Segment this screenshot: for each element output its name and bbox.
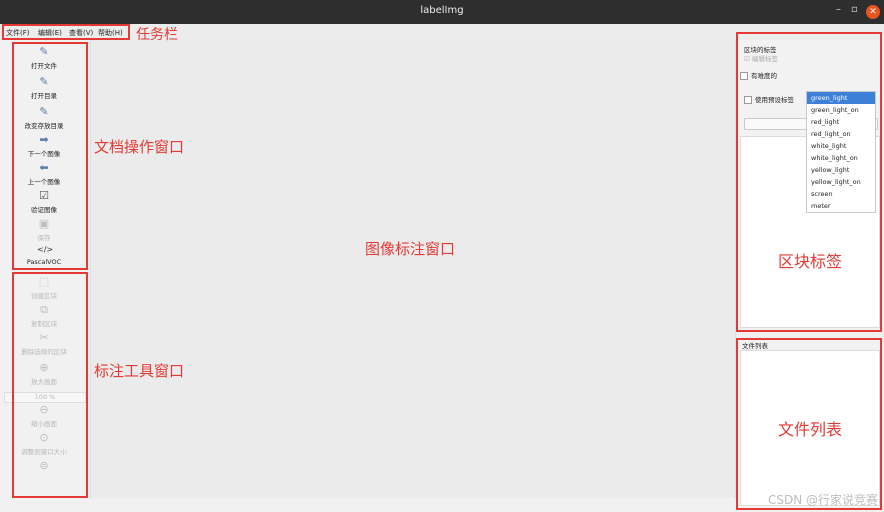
image-canvas[interactable]	[90, 40, 736, 498]
tools-highlight	[12, 272, 88, 498]
taskbar-highlight	[2, 24, 130, 40]
annotation-taskbar: 任务栏	[136, 27, 178, 43]
window-title: labelImg	[420, 5, 464, 16]
annotation-file-list: 文件列表	[778, 420, 843, 439]
minimize-icon[interactable]: –	[836, 4, 841, 15]
labels-highlight	[736, 32, 882, 332]
maximize-icon[interactable]: ▫	[851, 4, 858, 15]
window-titlebar: labelImg – ▫ ✕	[0, 0, 884, 24]
close-icon[interactable]: ✕	[866, 5, 880, 19]
doc-ops-highlight	[12, 42, 88, 270]
watermark: CSDN @行家说竞赛	[767, 493, 878, 507]
annotation-labels: 区块标签	[778, 252, 843, 271]
annotation-tools-window: 标注工具窗口	[94, 362, 185, 380]
annotation-image-window: 图像标注窗口	[365, 240, 456, 258]
annotation-doc-ops: 文档操作窗口	[94, 138, 185, 156]
